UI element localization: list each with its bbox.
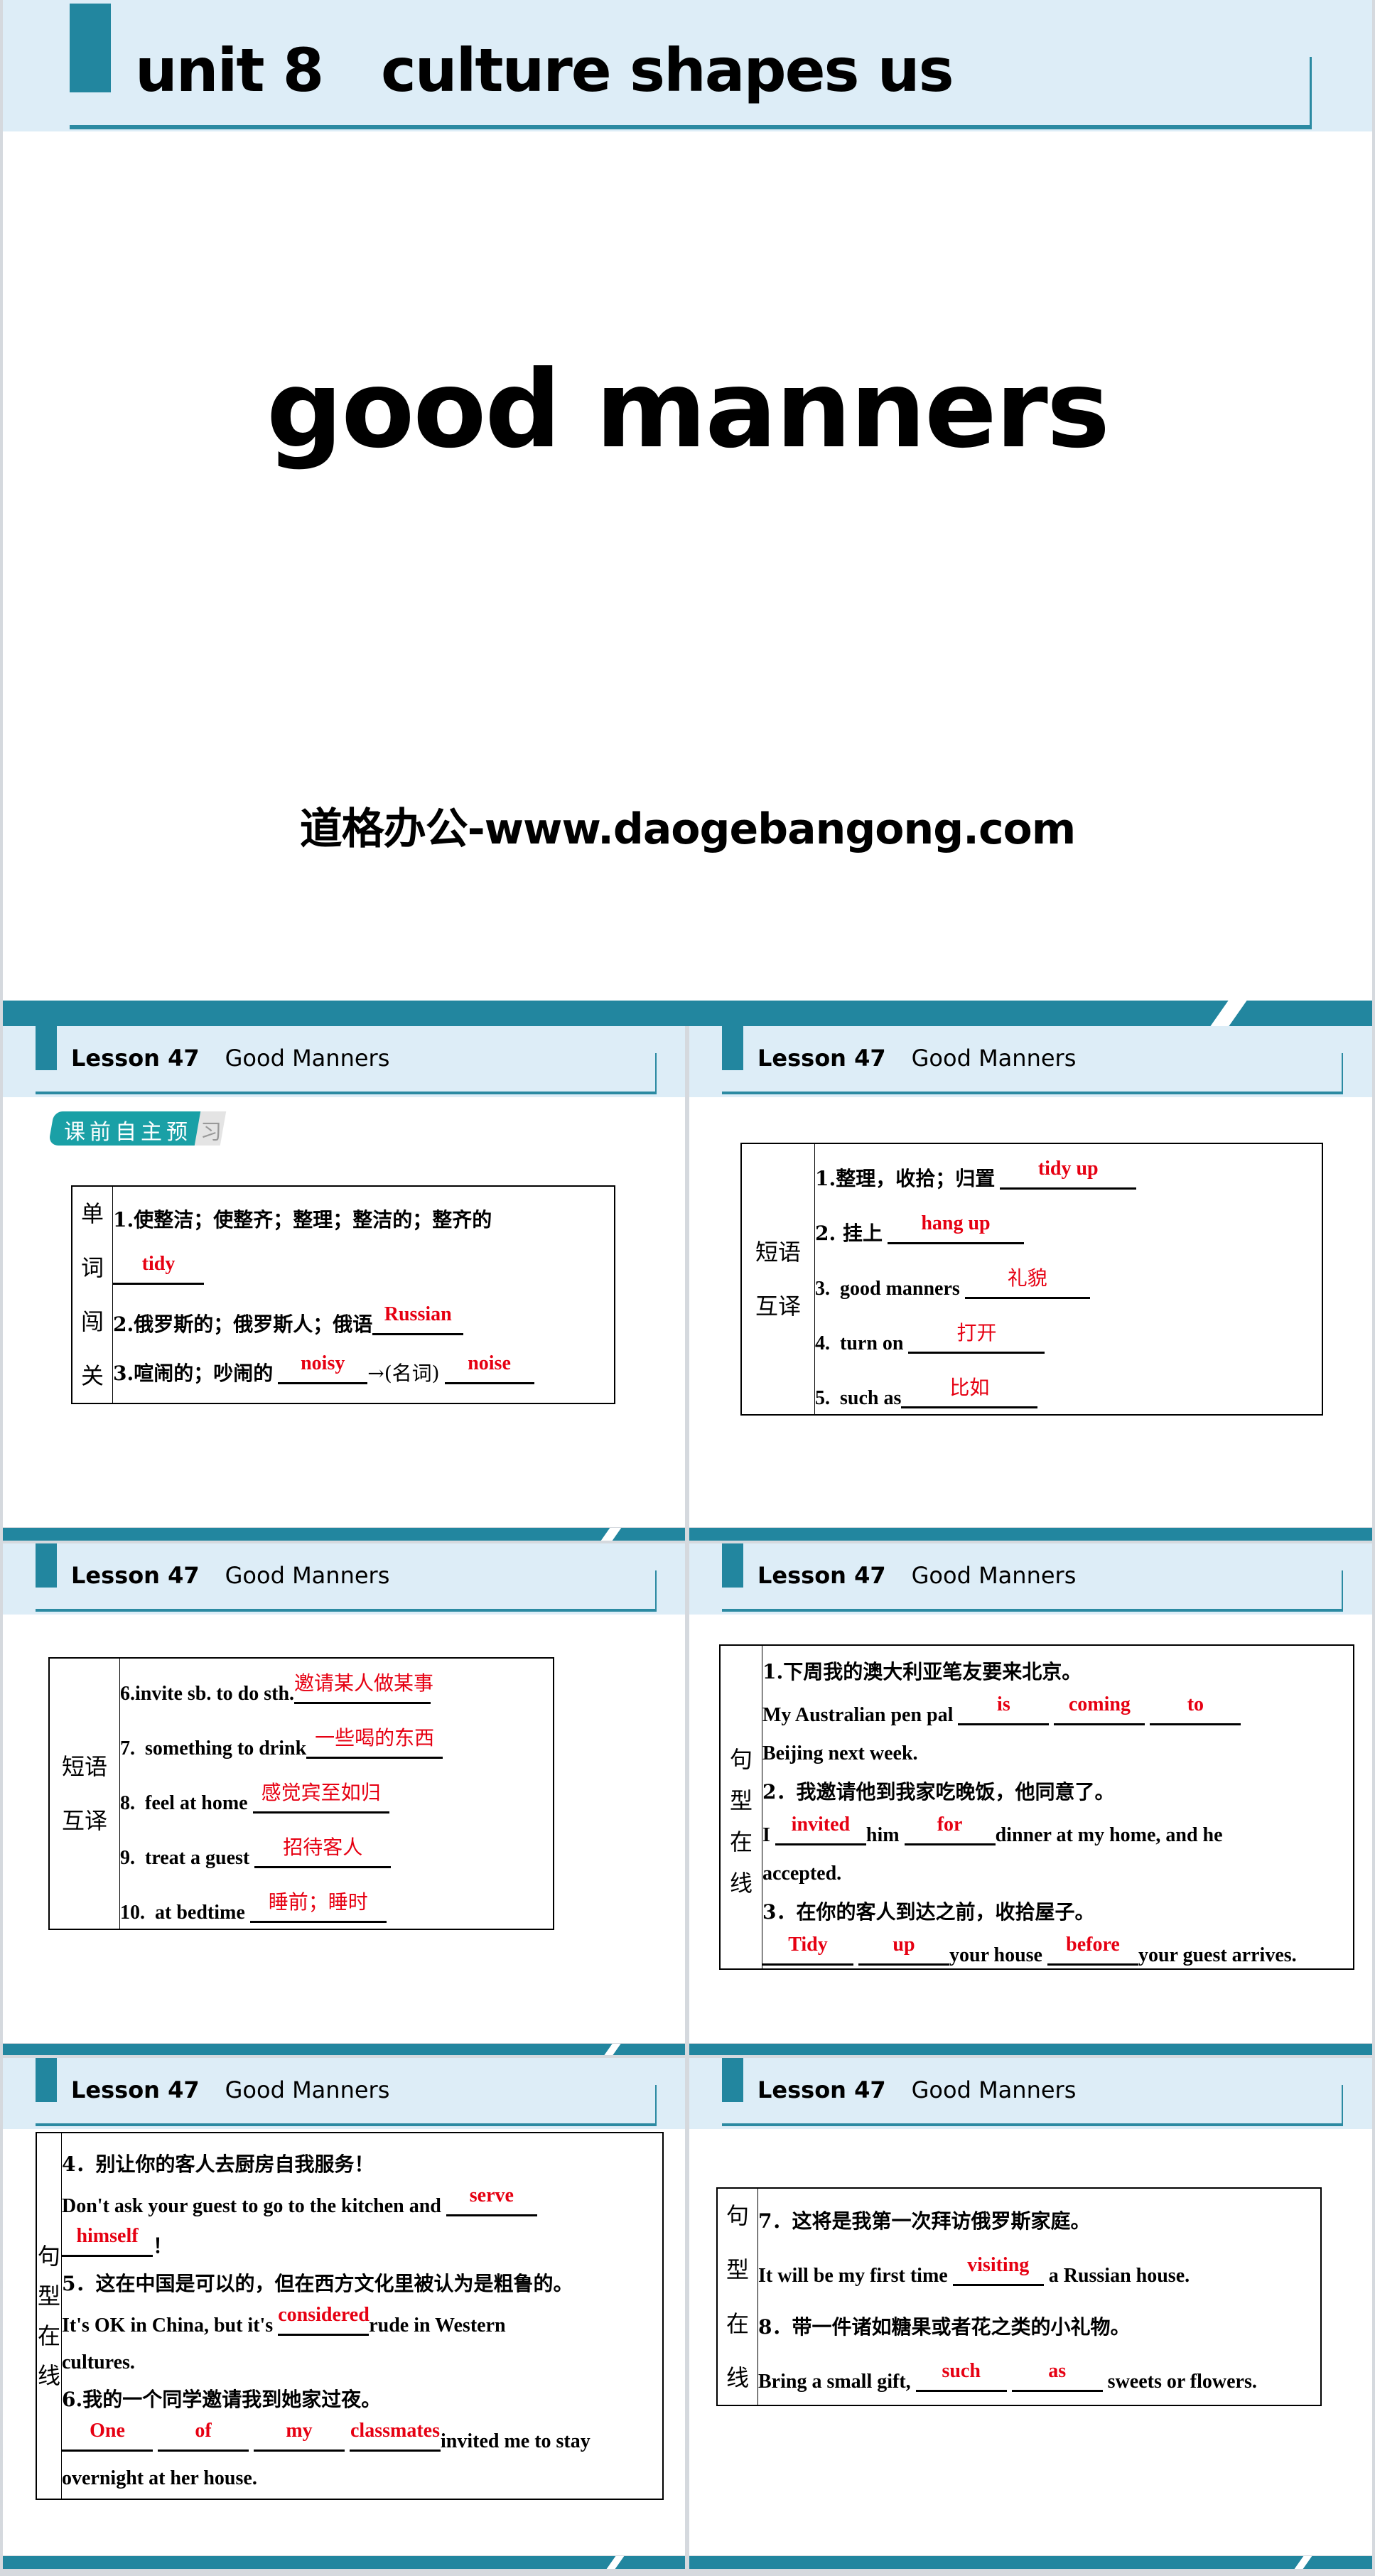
vocabulary-items: 1.使整洁；使整齐；整理；整洁的；整齐的 tidy 2.俄罗斯的；俄罗斯人；俄语… xyxy=(112,1185,615,1404)
answer-blank[interactable]: One xyxy=(62,2421,153,2452)
answer-blank[interactable]: tidy xyxy=(113,1254,204,1285)
sentence-items: 7．这将是我第一次拜访俄罗斯家庭。 It will be my first ti… xyxy=(757,2187,1322,2406)
slide-sentences-1: Lesson 47 Good Manners 句型在线 1.下周我的澳大利亚笔友要… xyxy=(689,1543,1372,2043)
side-label: 句型在线 xyxy=(716,2187,758,2406)
vocabulary-table: 单词闯关 1.使整洁；使整齐；整理；整洁的；整齐的 tidy 2.俄罗斯的；俄罗… xyxy=(71,1185,615,1404)
phrases-table: 短语 互译 6.invite sb. to do sth. 邀请某人做某事 7. s… xyxy=(48,1657,554,1930)
side-label: 句型在线 xyxy=(36,2132,62,2500)
side-label: 短语 互译 xyxy=(48,1657,120,1930)
preview-badge: 课前自主预 习 xyxy=(48,1111,227,1146)
slide-vocabulary: Lesson 47 Good Manners 课前自主预 习 单词闯关 1.使整洁… xyxy=(3,1026,685,1527)
unit-title: unit 8 culture shapes us xyxy=(135,36,954,105)
slide-sentences-3: Lesson 47 Good Manners 句型在线 7．这将是我第一次拜访俄罗… xyxy=(689,2058,1372,2555)
lesson-title: Lesson 47 Good Manners xyxy=(71,1562,390,1589)
slide-phrases-1: Lesson 47 Good Manners 短语 互译 1.整理，收拾；归置 ti… xyxy=(689,1026,1372,1527)
divider-bar xyxy=(689,2044,1372,2055)
divider-bar xyxy=(689,1528,1372,1541)
answer-blank[interactable]: classmates xyxy=(350,2421,441,2452)
answer-blank[interactable]: as xyxy=(1011,2361,1103,2392)
answer-blank[interactable]: such xyxy=(915,2361,1007,2392)
lesson-title: Lesson 47 Good Manners xyxy=(71,2076,390,2103)
answer-blank[interactable]: Russian xyxy=(372,1304,464,1335)
divider-bar xyxy=(3,2556,685,2569)
answer-blank[interactable]: considered xyxy=(278,2305,370,2336)
phrase-items: 1.整理，收拾；归置 tidy up 2. 挂上 hang up 3. good… xyxy=(814,1143,1323,1416)
side-label: 短语 互译 xyxy=(740,1143,815,1416)
answer-blank[interactable]: 感觉宾至如归 xyxy=(252,1782,389,1814)
answer-blank[interactable]: hang up xyxy=(887,1213,1024,1244)
lesson-title: Lesson 47 Good Manners xyxy=(757,1562,1077,1589)
answer-blank[interactable]: 邀请某人做某事 xyxy=(294,1673,433,1704)
item-prompt: 2.俄罗斯的；俄罗斯人；俄语 xyxy=(113,1312,373,1336)
item-prompt: 1.使整洁；使整齐；整理；整洁的；整齐的 xyxy=(113,1207,492,1232)
main-title: good manners xyxy=(266,348,1110,472)
side-label: 单词闯关 xyxy=(71,1185,113,1404)
answer-blank[interactable]: up xyxy=(858,1934,949,1966)
sentences-table: 句型在线 7．这将是我第一次拜访俄罗斯家庭。 It will be my fir… xyxy=(716,2187,1322,2406)
lesson-title: Lesson 47 Good Manners xyxy=(757,1045,1077,1072)
answer-blank[interactable]: 比如 xyxy=(901,1377,1038,1408)
slide-sentences-2: Lesson 47 Good Manners 句型在线 4．别让你的客人去厨房自我… xyxy=(3,2058,685,2555)
answer-blank[interactable]: coming xyxy=(1054,1694,1145,1725)
divider-bar xyxy=(3,1528,685,1541)
sentences-table: 句型在线 4．别让你的客人去厨房自我服务！ Don't ask your gue… xyxy=(36,2132,664,2500)
answer-blank[interactable]: invited xyxy=(775,1814,866,1845)
lesson-title: Lesson 47 Good Manners xyxy=(71,1045,390,1072)
website-watermark: 道格办公-www.daogebangong.com xyxy=(299,804,1077,854)
sentences-table: 句型在线 1.下周我的澳大利亚笔友要来北京。 My Australian pen… xyxy=(719,1644,1354,1970)
answer-blank[interactable]: tidy up xyxy=(1000,1158,1137,1190)
answer-blank[interactable]: noise xyxy=(444,1353,534,1384)
divider-bar xyxy=(689,2556,1372,2569)
divider-bar xyxy=(3,2044,685,2055)
answer-blank[interactable]: to xyxy=(1150,1694,1241,1725)
divider-bar xyxy=(3,1001,1372,1026)
answer-blank[interactable]: 打开 xyxy=(908,1322,1045,1354)
sentence-items: 4．别让你的客人去厨房自我服务！ Don't ask your guest to… xyxy=(61,2132,664,2500)
answer-blank[interactable]: 招待客人 xyxy=(254,1837,392,1868)
answer-blank[interactable]: visiting xyxy=(952,2256,1044,2286)
answer-blank[interactable]: serve xyxy=(446,2186,537,2216)
answer-blank[interactable]: is xyxy=(958,1694,1050,1725)
answer-blank[interactable]: 一些喝的东西 xyxy=(306,1728,443,1759)
answer-blank[interactable]: 礼貌 xyxy=(964,1268,1090,1299)
side-label: 句型在线 xyxy=(719,1644,762,1970)
answer-blank[interactable]: before xyxy=(1047,1934,1138,1966)
answer-blank[interactable]: of xyxy=(158,2421,249,2452)
cover-slide: unit 8 culture shapes us good manners 道格… xyxy=(3,0,1372,1001)
lesson-title: Lesson 47 Good Manners xyxy=(757,2076,1077,2103)
answer-blank[interactable]: for xyxy=(904,1814,996,1845)
phrases-table: 短语 互译 1.整理，收拾；归置 tidy up 2. 挂上 hang up 3.… xyxy=(740,1143,1323,1416)
item-prompt: 3.喧闹的；吵闹的 xyxy=(113,1361,274,1385)
sentence-items: 1.下周我的澳大利亚笔友要来北京。 My Australian pen pal … xyxy=(762,1644,1354,1970)
slide-phrases-2: Lesson 47 Good Manners 短语 互译 6.invite sb. … xyxy=(3,1543,685,2043)
answer-blank[interactable]: my xyxy=(254,2421,345,2452)
answer-blank[interactable]: himself xyxy=(62,2226,153,2257)
answer-blank[interactable]: 睡前；睡时 xyxy=(249,1892,387,1923)
answer-blank[interactable]: Tidy xyxy=(762,1934,853,1966)
answer-blank[interactable]: noisy xyxy=(278,1353,368,1384)
phrase-items: 6.invite sb. to do sth. 邀请某人做某事 7. someth… xyxy=(119,1657,554,1930)
